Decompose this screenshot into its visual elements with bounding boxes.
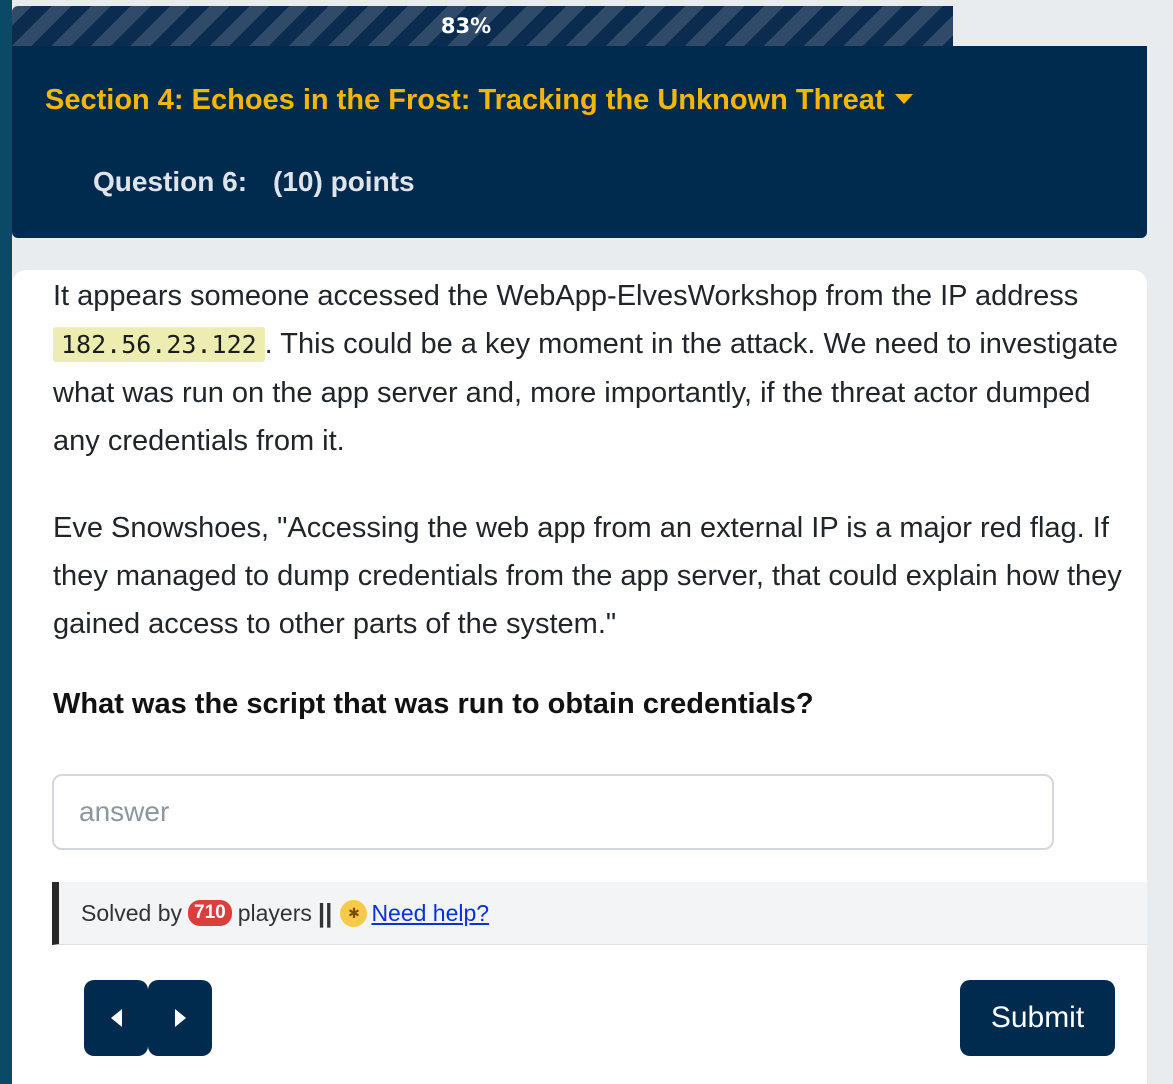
progress-label: 83% <box>440 14 492 38</box>
need-help-link[interactable]: Need help? <box>371 900 489 927</box>
solved-count-badge: 710 <box>188 900 232 926</box>
section-title: Section 4: Echoes in the Frost: Tracking… <box>45 84 885 116</box>
quote-paragraph: Eve Snowshoes, "Accessing the web app fr… <box>53 512 1122 640</box>
question-points: (10) points <box>273 166 415 197</box>
progress-bar: 83% <box>12 6 1146 46</box>
question-card: It appears someone accessed the WebApp-E… <box>12 270 1147 1084</box>
question-number: Question 6: <box>93 166 248 197</box>
scenario-paragraph: It appears someone accessed the WebApp-E… <box>53 272 1133 465</box>
solved-suffix: players <box>237 899 312 926</box>
left-edge-bar <box>0 0 12 1084</box>
submit-button[interactable]: Submit <box>960 980 1115 1056</box>
next-question-button[interactable] <box>148 980 212 1056</box>
caret-right-icon <box>174 1009 186 1027</box>
question-title: Question 6: (10) points <box>93 166 415 198</box>
previous-question-button[interactable] <box>84 980 148 1056</box>
solved-prefix: Solved by <box>81 899 183 926</box>
caret-down-icon <box>894 93 913 104</box>
ip-address-code: 182.56.23.122 <box>53 327 265 362</box>
section-dropdown[interactable]: Section 4: Echoes in the Frost: Tracking… <box>45 84 913 117</box>
dizzy-face-icon[interactable]: ✱ <box>340 899 368 927</box>
solved-info-bar: Solved by 710 players || ✱ Need help? <box>52 882 1147 945</box>
answer-input[interactable] <box>52 774 1054 850</box>
question-header: Section 4: Echoes in the Frost: Tracking… <box>12 46 1147 238</box>
separator: || <box>317 897 333 928</box>
caret-left-icon <box>110 1009 122 1027</box>
paragraph-text-start: It appears someone accessed the WebApp-E… <box>53 280 1079 312</box>
question-prompt: What was the script that was run to obta… <box>53 688 814 720</box>
